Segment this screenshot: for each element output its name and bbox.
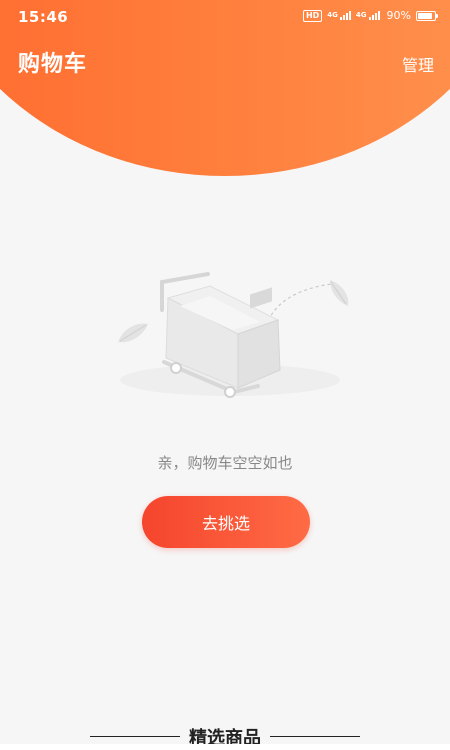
empty-cart-illustration	[118, 272, 349, 398]
page-title: 购物车	[18, 52, 88, 77]
battery-icon	[416, 10, 438, 21]
status-bar: 15:46 HD 4G 4G 90%	[0, 0, 450, 36]
hd-icon: HD	[302, 9, 323, 22]
status-indicators: HD 4G 4G 90%	[302, 9, 438, 22]
profile-icon[interactable]	[398, 744, 412, 750]
leaf-right-icon	[330, 280, 349, 306]
go-shopping-label: 去挑选	[201, 516, 250, 533]
manage-button[interactable]: 管理	[402, 52, 434, 76]
home-icon[interactable]	[36, 744, 50, 750]
leaf-left-icon	[118, 323, 148, 343]
status-time: 15:46	[18, 8, 69, 26]
category-icon[interactable]	[128, 744, 142, 750]
network-type-label: 4G	[355, 11, 367, 19]
cart-icon[interactable]	[310, 744, 324, 750]
bottom-navigation	[0, 744, 450, 750]
featured-divider-right	[270, 736, 360, 737]
network-type-label: 4G	[327, 11, 338, 19]
cart-screen: 15:46 HD 4G 4G 90% 购物车 管理 亲，购物车空空如也 去挑选 …	[0, 0, 450, 750]
go-shopping-button[interactable]: 去挑选	[142, 496, 310, 548]
battery-percent: 90%	[386, 9, 411, 22]
empty-cart-message: 亲，购物车空空如也	[157, 454, 293, 472]
signal-icon-1: 4G	[327, 11, 351, 20]
signal-icon-2: 4G	[356, 11, 380, 20]
